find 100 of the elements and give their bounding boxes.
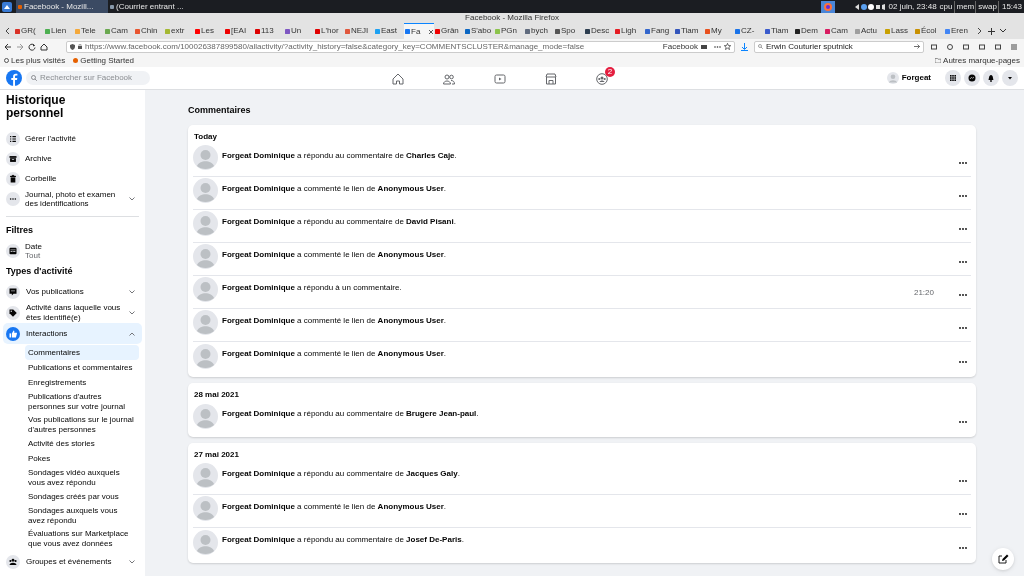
menu-grid-icon[interactable]	[945, 70, 961, 86]
menu-item[interactable]: Activité dans laquelle vous êtes identifié(e)	[3, 302, 142, 323]
browser-tab[interactable]: My	[704, 23, 734, 39]
browser-tab[interactable]: Lass	[884, 23, 914, 39]
menu-item[interactable]: Gérer l'activité	[3, 129, 142, 149]
reader-icon[interactable]	[701, 44, 707, 49]
chevron-down-icon[interactable]	[129, 289, 135, 294]
browser-tab[interactable]: Un	[284, 23, 314, 39]
more-options-icon[interactable]	[959, 360, 967, 363]
bookmark-item[interactable]: Les plus visités	[4, 54, 66, 67]
submenu-item[interactable]: Publications d'autres personnes sur votre journal	[25, 390, 139, 413]
browser-tab[interactable]: East	[374, 23, 404, 39]
group-icon[interactable]	[596, 72, 608, 85]
submenu-item[interactable]: Sondages vidéo auxquels vous avez répondu	[25, 466, 139, 489]
search-field[interactable]: Erwin Couturier sputnick	[754, 40, 924, 53]
browser-tab[interactable]: Tiam	[764, 23, 794, 39]
menu-item[interactable]: Archive	[3, 149, 142, 169]
menu-item[interactable]: Vos publications	[3, 281, 142, 302]
chevron-down-icon[interactable]	[129, 310, 135, 315]
submenu-item[interactable]: Publications et commentaires	[25, 360, 139, 375]
submenu-item[interactable]: Évaluations sur Marketplace que vous avez données	[25, 527, 139, 550]
submenu-item[interactable]: Sondages auxquels vous avez répondu	[25, 504, 139, 527]
reload-icon[interactable]	[28, 42, 36, 51]
forward-icon[interactable]	[16, 42, 24, 51]
browser-tab[interactable]: Cam	[104, 23, 134, 39]
filter-item[interactable]: Date Tout	[3, 240, 142, 261]
menu-item[interactable]: Journal, photo et examen des identifications	[3, 189, 142, 209]
tab-list-icon[interactable]	[1000, 29, 1006, 33]
browser-tab[interactable]: CZ-	[734, 23, 764, 39]
browser-tab[interactable]: GR(	[14, 23, 44, 39]
messenger-icon[interactable]	[964, 70, 980, 86]
profile-button[interactable]: Forgeat	[885, 72, 932, 84]
download-icon[interactable]	[741, 42, 748, 51]
browser-tab[interactable]: L'hor	[314, 23, 344, 39]
browser-tab[interactable]: Fang	[644, 23, 674, 39]
favicon-icon	[885, 28, 890, 34]
home-icon[interactable]	[40, 42, 48, 51]
people-icon[interactable]	[443, 72, 455, 85]
video-icon[interactable]	[494, 72, 506, 85]
shop-icon[interactable]	[545, 72, 557, 85]
submenu-item[interactable]: Activité des stories	[25, 436, 139, 451]
more-options-icon[interactable]	[959, 546, 967, 549]
browser-tab[interactable]: Desc	[584, 23, 614, 39]
browser-tab[interactable]: Fa	[404, 23, 434, 39]
browser-tab[interactable]: [EAI	[224, 23, 254, 39]
bookmark-folder[interactable]: Autres marque-pages	[935, 54, 1020, 67]
bookmark-item[interactable]: Getting Started	[73, 54, 135, 67]
browser-tab[interactable]: Eren	[944, 23, 974, 39]
favicon-icon	[105, 28, 110, 34]
browser-tab[interactable]: PGn	[494, 23, 524, 39]
chevron-down-icon[interactable]	[129, 559, 135, 564]
scroll-right-icon[interactable]	[977, 28, 982, 34]
compose-button[interactable]	[992, 548, 1014, 570]
home-icon[interactable]	[392, 72, 404, 85]
browser-tab[interactable]: Tiam	[674, 23, 704, 39]
browser-tab[interactable]: Les	[194, 23, 224, 39]
browser-tab[interactable]: bych	[524, 23, 554, 39]
close-icon[interactable]	[429, 29, 433, 34]
caret-icon[interactable]	[1002, 70, 1018, 86]
browser-tab[interactable]: Cam	[824, 23, 854, 39]
submenu-item[interactable]: Enregistrements	[25, 375, 139, 390]
new-tab-icon[interactable]	[988, 27, 995, 35]
activity-text: Forgeat Dominique a commenté le lien de Anonymous User.	[222, 314, 447, 327]
more-icon[interactable]	[714, 45, 721, 48]
submenu-item[interactable]: Sondages créés par vous	[25, 489, 139, 504]
system-tray-icons[interactable]	[854, 3, 885, 10]
bell-icon[interactable]	[983, 70, 999, 86]
browser-tab[interactable]: Tele	[74, 23, 104, 39]
url-field[interactable]: https://www.facebook.com/100026387899580/allactivity/?activity_history=false&category_key=COMMENTSCLUSTER&manage_mode=false Facebook	[66, 40, 735, 53]
submenu-item[interactable]: Vos publications sur le journal d'autres personnes	[25, 413, 139, 436]
menu-item[interactable]: Corbeille	[3, 169, 142, 189]
browser-tab[interactable]: Ligh	[614, 23, 644, 39]
browser-tab[interactable]: 113	[254, 23, 284, 39]
chevron-down-icon[interactable]	[129, 197, 135, 201]
browser-tab[interactable]: Grân	[434, 23, 464, 39]
browser-tab[interactable]: Lien	[44, 23, 74, 39]
scroll-left-icon[interactable]	[5, 28, 11, 34]
bookmark-star-icon[interactable]	[724, 43, 731, 50]
browser-tab[interactable]: Chin	[134, 23, 164, 39]
more-options-icon[interactable]	[959, 420, 967, 423]
taskbar-window-button[interactable]: (Courrier entrant ...	[108, 0, 200, 13]
browser-tab[interactable]: S'abo	[464, 23, 494, 39]
activity-text: Forgeat Dominique a commenté le lien de Anonymous User.	[222, 500, 447, 513]
facebook-logo[interactable]	[6, 70, 22, 86]
submenu-item[interactable]: Commentaires	[25, 345, 139, 360]
start-menu-icon[interactable]	[2, 1, 12, 12]
submenu-item[interactable]: Pokes	[25, 451, 139, 466]
menu-item[interactable]: Groupes et événements	[3, 551, 142, 572]
menu-item[interactable]: Interactions	[3, 323, 142, 344]
browser-tab[interactable]: Écol	[914, 23, 944, 39]
chevron-up-icon[interactable]	[129, 331, 135, 336]
taskbar-window-button[interactable]: Facebook - Mozill...	[16, 0, 108, 13]
go-arrow-icon[interactable]	[914, 44, 920, 49]
browser-tab[interactable]: Spo	[554, 23, 584, 39]
browser-tab[interactable]: Dem	[794, 23, 824, 39]
browser-tab[interactable]: Actu	[854, 23, 884, 39]
browser-tab[interactable]: extr	[164, 23, 194, 39]
browser-tab[interactable]: NEJI	[344, 23, 374, 39]
back-icon[interactable]	[4, 42, 12, 51]
browser-icon[interactable]	[820, 0, 835, 13]
